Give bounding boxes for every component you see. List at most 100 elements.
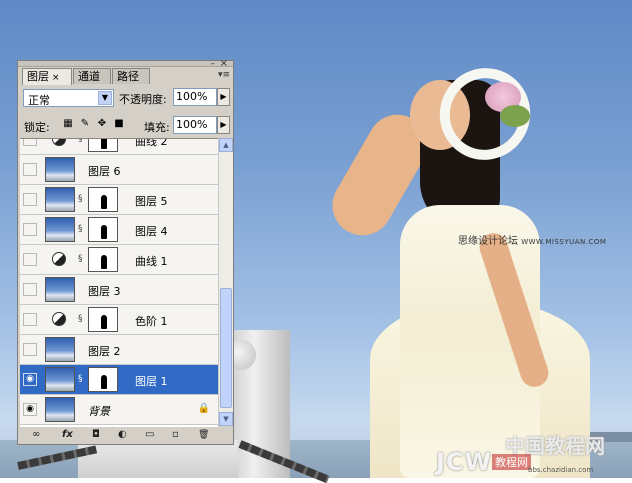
visibility-eye-icon[interactable] xyxy=(23,163,37,176)
new-layer-icon[interactable]: ▫ xyxy=(172,428,179,442)
visibility-eye-icon[interactable]: ◉ xyxy=(23,403,37,416)
layer-row[interactable]: ◉ 背景 🔒 xyxy=(20,395,218,425)
close-icon[interactable]: × xyxy=(220,58,228,69)
layer-name: 图层 5 xyxy=(135,195,168,208)
layer-thumbnail xyxy=(45,217,75,242)
site-watermark: 思缘设计论坛 WWW.MISSYUAN.COM xyxy=(458,232,606,247)
layer-name: 色阶 1 xyxy=(135,315,168,328)
folder-icon[interactable]: ▭ xyxy=(145,428,154,442)
layer-mask-thumbnail[interactable] xyxy=(88,139,118,152)
lock-position-icon[interactable]: ✥ xyxy=(96,118,108,130)
layer-thumbnail xyxy=(45,337,75,362)
layer-row[interactable]: § 图层 4 xyxy=(20,215,218,245)
mask-link-icon[interactable]: § xyxy=(78,224,83,234)
layer-thumbnail xyxy=(45,187,75,212)
opacity-slider-button[interactable]: ▶ xyxy=(217,88,230,106)
logo-url: bbs.chazidian.com xyxy=(528,466,594,474)
panel-footer: ∞ fx ◘ ◐ ▭ ▫ 🗑 xyxy=(20,427,231,443)
layer-thumbnail xyxy=(45,397,75,422)
visibility-eye-icon[interactable] xyxy=(23,193,37,206)
layers-panel: – × 图层 × 通道 路径 ▾≡ 正常 ▼ 不透明度: 100% ▶ 锁定: ▦… xyxy=(17,58,234,445)
layer-row[interactable]: ◉ § 图层 1 xyxy=(20,365,218,395)
fill-label: 填充: xyxy=(144,121,170,134)
logo-badge: 教程网 xyxy=(492,454,531,470)
visibility-eye-icon[interactable] xyxy=(23,313,37,326)
tab-layers[interactable]: 图层 × xyxy=(22,68,72,85)
layer-mask-thumbnail[interactable] xyxy=(88,187,118,212)
layer-list-scrollbar[interactable]: ▲ ▼ xyxy=(218,138,233,426)
lock-icon: 🔒 xyxy=(197,403,210,414)
adjustment-layer-icon xyxy=(52,252,66,266)
visibility-eye-icon[interactable]: ◉ xyxy=(23,373,37,386)
fill-input[interactable]: 100% xyxy=(173,116,217,134)
layer-name: 曲线 2 xyxy=(135,138,168,148)
opacity-label: 不透明度: xyxy=(119,93,167,106)
scroll-up-button[interactable]: ▲ xyxy=(219,138,233,152)
mask-figure xyxy=(101,139,107,149)
visibility-eye-icon[interactable] xyxy=(23,283,37,296)
layer-name: 图层 1 xyxy=(135,375,168,388)
layer-name: 背景 xyxy=(88,405,110,418)
layer-name: 图层 6 xyxy=(88,165,121,178)
layer-row[interactable]: 图层 2 xyxy=(20,335,218,365)
mask-figure xyxy=(101,315,107,329)
fx-icon[interactable]: fx xyxy=(62,428,73,442)
lock-all-icon[interactable]: ■ xyxy=(113,118,125,130)
lock-image-icon[interactable]: ✎ xyxy=(79,118,91,130)
visibility-eye-icon[interactable] xyxy=(23,343,37,356)
minimize-icon[interactable]: – xyxy=(211,59,216,69)
layer-name: 图层 2 xyxy=(88,345,121,358)
mask-figure xyxy=(101,225,107,239)
trash-icon[interactable]: 🗑 xyxy=(198,428,209,442)
site-watermark-url: WWW.MISSYUAN.COM xyxy=(521,238,607,246)
blend-mode-value: 正常 xyxy=(28,94,50,107)
mask-link-icon[interactable]: § xyxy=(78,139,83,144)
mask-figure xyxy=(101,375,107,389)
layer-name: 图层 4 xyxy=(135,225,168,238)
tab-paths[interactable]: 路径 xyxy=(112,68,150,84)
panel-titlebar[interactable] xyxy=(18,61,233,67)
panel-menu-icon[interactable]: ▾≡ xyxy=(218,70,230,80)
opacity-input[interactable]: 100% xyxy=(173,88,217,106)
stone-railing xyxy=(78,440,238,478)
leaves xyxy=(500,105,530,127)
layer-row[interactable]: 图层 3 xyxy=(20,275,218,305)
layer-mask-thumbnail[interactable] xyxy=(88,247,118,272)
layer-thumbnail xyxy=(45,367,75,392)
scroll-down-button[interactable]: ▼ xyxy=(219,412,233,426)
adjustment-icon[interactable]: ◐ xyxy=(118,428,127,442)
layer-row[interactable]: § 曲线 2 xyxy=(20,138,218,155)
link-icon[interactable]: ∞ xyxy=(32,428,40,442)
logo-main-text: JCW xyxy=(436,448,493,476)
scroll-thumb[interactable] xyxy=(220,288,232,408)
tab-layers-label: 图层 xyxy=(27,70,49,83)
tab-close-icon[interactable]: × xyxy=(52,73,60,83)
layer-row[interactable]: 图层 6 xyxy=(20,155,218,185)
blend-mode-select[interactable]: 正常 ▼ xyxy=(23,89,114,107)
layer-name: 曲线 1 xyxy=(135,255,168,268)
layer-thumbnail xyxy=(45,277,75,302)
layer-row[interactable]: § 图层 5 xyxy=(20,185,218,215)
mask-icon[interactable]: ◘ xyxy=(92,428,100,442)
layer-row[interactable]: § 色阶 1 xyxy=(20,305,218,335)
visibility-eye-icon[interactable] xyxy=(23,139,37,146)
visibility-eye-icon[interactable] xyxy=(23,223,37,236)
tab-channels[interactable]: 通道 xyxy=(73,68,111,84)
lock-transparency-icon[interactable]: ▦ xyxy=(62,118,74,130)
fill-slider-button[interactable]: ▶ xyxy=(217,116,230,134)
layer-mask-thumbnail[interactable] xyxy=(88,307,118,332)
visibility-eye-icon[interactable] xyxy=(23,253,37,266)
mask-link-icon[interactable]: § xyxy=(78,314,83,324)
adjustment-layer-icon xyxy=(52,312,66,326)
layer-mask-thumbnail[interactable] xyxy=(88,367,118,392)
mask-link-icon[interactable]: § xyxy=(78,254,83,264)
layer-row[interactable]: § 曲线 1 xyxy=(20,245,218,275)
mask-link-icon[interactable]: § xyxy=(78,374,83,384)
site-watermark-text: 思缘设计论坛 xyxy=(458,236,518,247)
mask-link-icon[interactable]: § xyxy=(78,194,83,204)
mask-figure xyxy=(101,255,107,269)
layer-mask-thumbnail[interactable] xyxy=(88,217,118,242)
lock-label: 锁定: xyxy=(24,121,50,134)
chevron-down-icon[interactable]: ▼ xyxy=(98,91,112,105)
adjustment-layer-icon xyxy=(52,139,66,146)
